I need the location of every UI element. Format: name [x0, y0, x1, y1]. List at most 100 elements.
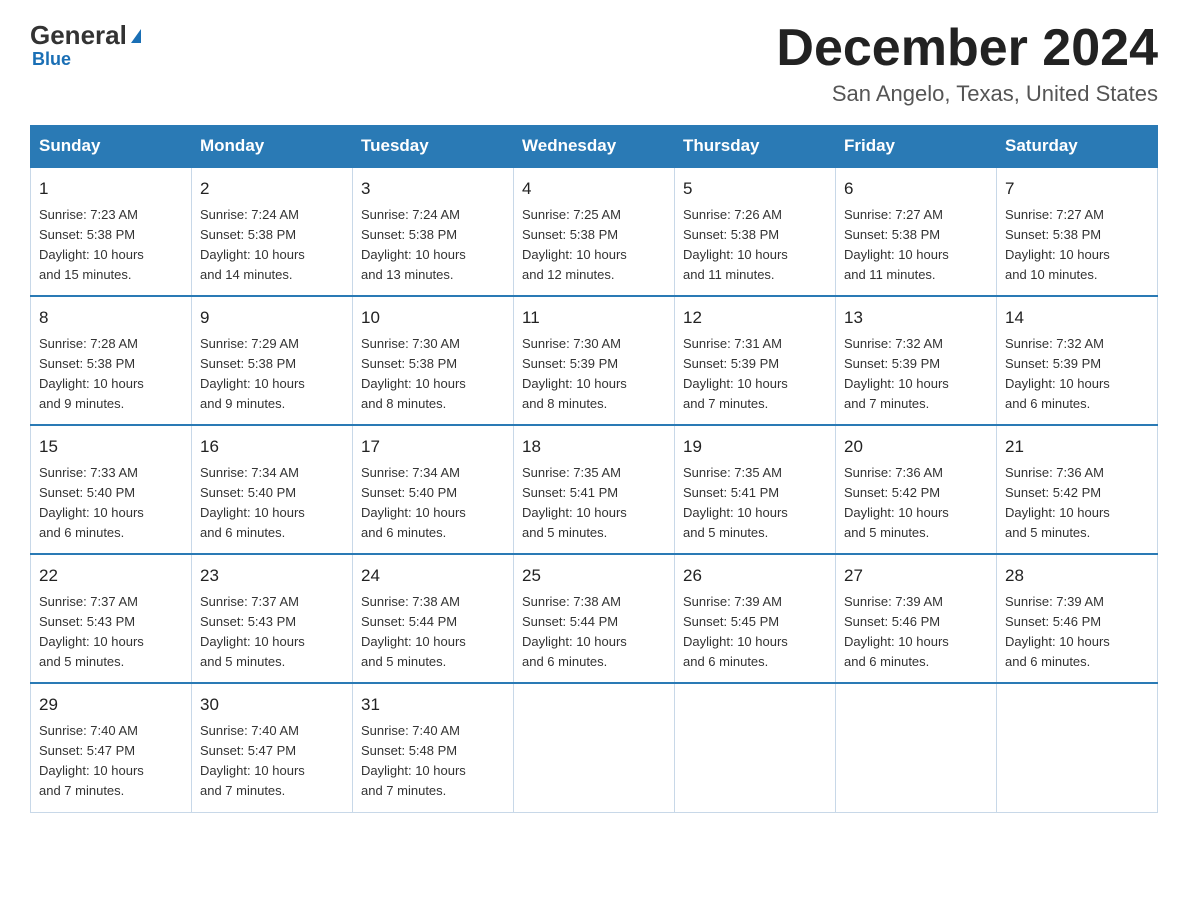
day-info: Sunrise: 7:31 AMSunset: 5:39 PMDaylight:… [683, 334, 827, 415]
day-info: Sunrise: 7:38 AMSunset: 5:44 PMDaylight:… [522, 592, 666, 673]
day-cell-13: 13 Sunrise: 7:32 AMSunset: 5:39 PMDayligh… [836, 296, 997, 425]
day-cell-8: 8 Sunrise: 7:28 AMSunset: 5:38 PMDaylight… [31, 296, 192, 425]
day-cell-30: 30 Sunrise: 7:40 AMSunset: 5:47 PMDayligh… [192, 683, 353, 812]
day-number: 27 [844, 563, 988, 589]
day-info: Sunrise: 7:27 AMSunset: 5:38 PMDaylight:… [844, 205, 988, 286]
page-header: General Blue December 2024 San Angelo, T… [30, 20, 1158, 107]
day-info: Sunrise: 7:25 AMSunset: 5:38 PMDaylight:… [522, 205, 666, 286]
day-number: 20 [844, 434, 988, 460]
day-cell-28: 28 Sunrise: 7:39 AMSunset: 5:46 PMDayligh… [997, 554, 1158, 683]
calendar-table: SundayMondayTuesdayWednesdayThursdayFrid… [30, 125, 1158, 812]
day-number: 23 [200, 563, 344, 589]
day-cell-21: 21 Sunrise: 7:36 AMSunset: 5:42 PMDayligh… [997, 425, 1158, 554]
location-title: San Angelo, Texas, United States [776, 81, 1158, 107]
logo-blue-text: Blue [30, 49, 71, 70]
day-cell-1: 1 Sunrise: 7:23 AMSunset: 5:38 PMDaylight… [31, 167, 192, 296]
day-number: 7 [1005, 176, 1149, 202]
day-cell-9: 9 Sunrise: 7:29 AMSunset: 5:38 PMDaylight… [192, 296, 353, 425]
day-cell-26: 26Sunrise: 7:39 AMSunset: 5:45 PMDayligh… [675, 554, 836, 683]
day-cell-18: 18 Sunrise: 7:35 AMSunset: 5:41 PMDayligh… [514, 425, 675, 554]
day-number: 16 [200, 434, 344, 460]
day-number: 15 [39, 434, 183, 460]
day-cell-27: 27 Sunrise: 7:39 AMSunset: 5:46 PMDayligh… [836, 554, 997, 683]
day-cell-24: 24Sunrise: 7:38 AMSunset: 5:44 PMDayligh… [353, 554, 514, 683]
logo-general-text: General [30, 20, 127, 51]
day-cell-3: 3 Sunrise: 7:24 AMSunset: 5:38 PMDaylight… [353, 167, 514, 296]
day-number: 8 [39, 305, 183, 331]
day-info: Sunrise: 7:34 AMSunset: 5:40 PMDaylight:… [361, 463, 505, 544]
day-number: 30 [200, 692, 344, 718]
logo: General Blue [30, 20, 141, 70]
week-row-2: 8 Sunrise: 7:28 AMSunset: 5:38 PMDaylight… [31, 296, 1158, 425]
day-number: 24 [361, 563, 505, 589]
weekday-header-row: SundayMondayTuesdayWednesdayThursdayFrid… [31, 126, 1158, 168]
weekday-header-sunday: Sunday [31, 126, 192, 168]
day-info: Sunrise: 7:23 AMSunset: 5:38 PMDaylight:… [39, 205, 183, 286]
day-info: Sunrise: 7:36 AMSunset: 5:42 PMDaylight:… [844, 463, 988, 544]
day-info: Sunrise: 7:32 AMSunset: 5:39 PMDaylight:… [844, 334, 988, 415]
weekday-header-saturday: Saturday [997, 126, 1158, 168]
empty-cell [675, 683, 836, 812]
day-number: 2 [200, 176, 344, 202]
day-number: 19 [683, 434, 827, 460]
day-number: 12 [683, 305, 827, 331]
day-number: 3 [361, 176, 505, 202]
day-info: Sunrise: 7:39 AMSunset: 5:46 PMDaylight:… [1005, 592, 1149, 673]
day-number: 25 [522, 563, 666, 589]
day-number: 6 [844, 176, 988, 202]
weekday-header-thursday: Thursday [675, 126, 836, 168]
day-info: Sunrise: 7:35 AMSunset: 5:41 PMDaylight:… [522, 463, 666, 544]
day-number: 1 [39, 176, 183, 202]
day-cell-12: 12 Sunrise: 7:31 AMSunset: 5:39 PMDayligh… [675, 296, 836, 425]
day-number: 11 [522, 305, 666, 331]
day-cell-2: 2 Sunrise: 7:24 AMSunset: 5:38 PMDaylight… [192, 167, 353, 296]
day-info: Sunrise: 7:30 AMSunset: 5:38 PMDaylight:… [361, 334, 505, 415]
day-number: 28 [1005, 563, 1149, 589]
weekday-header-tuesday: Tuesday [353, 126, 514, 168]
day-cell-15: 15 Sunrise: 7:33 AMSunset: 5:40 PMDayligh… [31, 425, 192, 554]
day-info: Sunrise: 7:32 AMSunset: 5:39 PMDaylight:… [1005, 334, 1149, 415]
day-number: 9 [200, 305, 344, 331]
weekday-header-friday: Friday [836, 126, 997, 168]
day-cell-14: 14 Sunrise: 7:32 AMSunset: 5:39 PMDayligh… [997, 296, 1158, 425]
day-info: Sunrise: 7:37 AMSunset: 5:43 PMDaylight:… [39, 592, 183, 673]
day-cell-19: 19Sunrise: 7:35 AMSunset: 5:41 PMDayligh… [675, 425, 836, 554]
day-cell-23: 23 Sunrise: 7:37 AMSunset: 5:43 PMDayligh… [192, 554, 353, 683]
day-number: 17 [361, 434, 505, 460]
day-number: 29 [39, 692, 183, 718]
day-cell-16: 16 Sunrise: 7:34 AMSunset: 5:40 PMDayligh… [192, 425, 353, 554]
day-number: 4 [522, 176, 666, 202]
day-cell-7: 7Sunrise: 7:27 AMSunset: 5:38 PMDaylight… [997, 167, 1158, 296]
week-row-3: 15 Sunrise: 7:33 AMSunset: 5:40 PMDayligh… [31, 425, 1158, 554]
day-cell-20: 20 Sunrise: 7:36 AMSunset: 5:42 PMDayligh… [836, 425, 997, 554]
day-info: Sunrise: 7:34 AMSunset: 5:40 PMDaylight:… [200, 463, 344, 544]
day-number: 5 [683, 176, 827, 202]
day-info: Sunrise: 7:37 AMSunset: 5:43 PMDaylight:… [200, 592, 344, 673]
day-cell-6: 6 Sunrise: 7:27 AMSunset: 5:38 PMDaylight… [836, 167, 997, 296]
day-number: 26 [683, 563, 827, 589]
day-info: Sunrise: 7:33 AMSunset: 5:40 PMDaylight:… [39, 463, 183, 544]
day-info: Sunrise: 7:24 AMSunset: 5:38 PMDaylight:… [200, 205, 344, 286]
day-cell-31: 31Sunrise: 7:40 AMSunset: 5:48 PMDayligh… [353, 683, 514, 812]
day-number: 18 [522, 434, 666, 460]
day-cell-29: 29 Sunrise: 7:40 AMSunset: 5:47 PMDayligh… [31, 683, 192, 812]
weekday-header-monday: Monday [192, 126, 353, 168]
day-number: 13 [844, 305, 988, 331]
day-info: Sunrise: 7:39 AMSunset: 5:46 PMDaylight:… [844, 592, 988, 673]
day-cell-22: 22 Sunrise: 7:37 AMSunset: 5:43 PMDayligh… [31, 554, 192, 683]
day-info: Sunrise: 7:24 AMSunset: 5:38 PMDaylight:… [361, 205, 505, 286]
day-info: Sunrise: 7:28 AMSunset: 5:38 PMDaylight:… [39, 334, 183, 415]
day-info: Sunrise: 7:36 AMSunset: 5:42 PMDaylight:… [1005, 463, 1149, 544]
day-number: 10 [361, 305, 505, 331]
week-row-1: 1 Sunrise: 7:23 AMSunset: 5:38 PMDaylight… [31, 167, 1158, 296]
day-info: Sunrise: 7:29 AMSunset: 5:38 PMDaylight:… [200, 334, 344, 415]
day-number: 21 [1005, 434, 1149, 460]
title-area: December 2024 San Angelo, Texas, United … [776, 20, 1158, 107]
day-number: 22 [39, 563, 183, 589]
day-number: 14 [1005, 305, 1149, 331]
day-info: Sunrise: 7:40 AMSunset: 5:47 PMDaylight:… [200, 721, 344, 802]
day-info: Sunrise: 7:26 AMSunset: 5:38 PMDaylight:… [683, 205, 827, 286]
day-info: Sunrise: 7:40 AMSunset: 5:47 PMDaylight:… [39, 721, 183, 802]
day-cell-17: 17 Sunrise: 7:34 AMSunset: 5:40 PMDayligh… [353, 425, 514, 554]
week-row-4: 22 Sunrise: 7:37 AMSunset: 5:43 PMDayligh… [31, 554, 1158, 683]
